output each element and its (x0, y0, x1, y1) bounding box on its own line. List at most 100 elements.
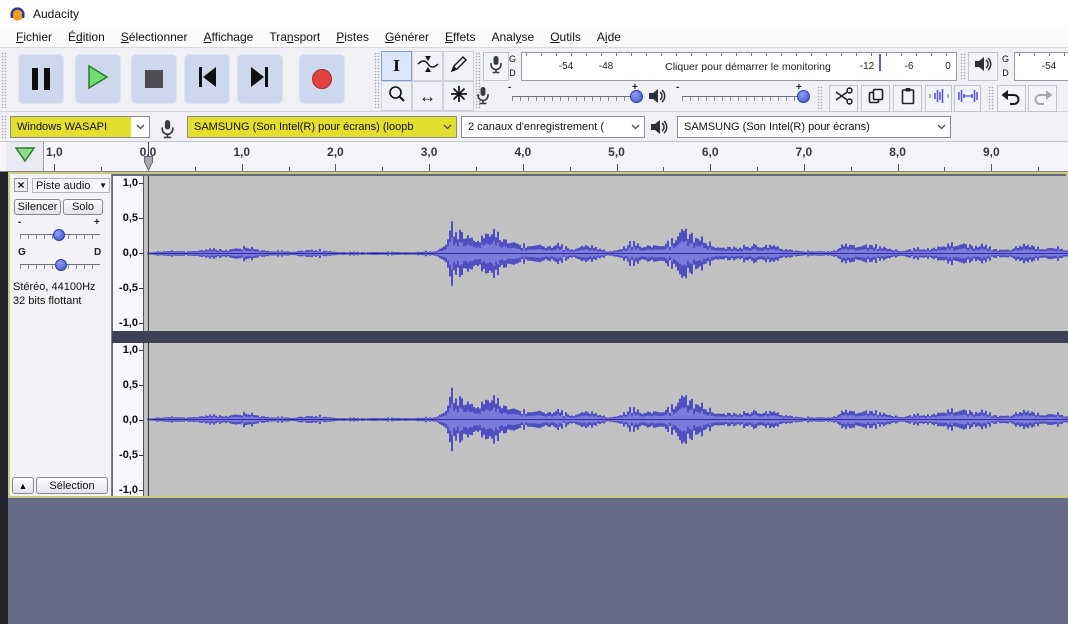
recording-volume-min-label: - (508, 82, 512, 93)
timeline-minor-tick (101, 167, 103, 171)
menu-item-3[interactable]: Affichage (195, 30, 261, 44)
menu-item-5[interactable]: Pistes (328, 30, 377, 44)
multi-tool-icon (450, 85, 468, 108)
menu-item-2[interactable]: Sélectionner (113, 30, 196, 44)
vertical-ruler-label: 0,0 (122, 247, 138, 259)
track-name: Piste audio (36, 179, 91, 192)
timeline-label: 8,0 (889, 145, 906, 159)
loop-region-button[interactable] (6, 142, 44, 171)
recording-channels-dropdown[interactable]: 2 canaux d'enregistrement ( (461, 116, 645, 138)
recording-meter[interactable]: Cliquer pour démarrer le monitoring -54 -… (521, 52, 957, 81)
menu-item-0[interactable]: Fichier (8, 30, 60, 44)
redo-button[interactable] (1028, 85, 1057, 112)
timeline-label: 4,0 (514, 145, 532, 159)
menu-item-9[interactable]: Outils (542, 30, 589, 44)
timeshift-tool-button[interactable]: ↔ (412, 81, 443, 111)
waveform-svg-1[interactable] (144, 176, 1068, 331)
record-icon (312, 69, 332, 89)
vertical-ruler-tick (139, 490, 143, 491)
playback-meter-channel-labels: G D (1002, 52, 1009, 80)
silence-audio-button[interactable] (954, 85, 981, 112)
timeline-minor-tick (944, 167, 946, 171)
timeline-label: 3,0 (420, 145, 438, 159)
selection-tool-button[interactable]: I (381, 51, 412, 81)
paste-button[interactable] (893, 85, 922, 112)
tools-toolbar-grip[interactable] (374, 52, 380, 108)
pan-slider-thumb[interactable] (55, 259, 67, 271)
play-icon (86, 64, 110, 95)
recording-meter-message: Cliquer pour démarrer le monitoring (665, 61, 831, 73)
device-toolbar-grip[interactable] (1, 115, 7, 139)
vertical-ruler-label: 1,0 (122, 177, 138, 189)
selection-status-button[interactable]: Sélection (36, 477, 108, 494)
recording-meter-mic-button[interactable] (483, 52, 509, 81)
menu-item-1[interactable]: Édition (60, 30, 113, 44)
recording-device-dropdown[interactable]: SAMSUNG (Son Intel(R) pour écrans) (loop… (187, 116, 457, 138)
tracks-background[interactable] (8, 498, 1068, 624)
track-title-menu[interactable]: Piste audio ▼ (32, 178, 110, 193)
edit-toolbar-grip[interactable] (817, 86, 823, 111)
stop-button[interactable] (131, 54, 177, 104)
copy-button[interactable] (861, 85, 890, 112)
playback-volume-thumb[interactable] (797, 90, 810, 103)
gain-slider-thumb[interactable] (53, 229, 65, 241)
timeline-ruler[interactable]: 1,00,01,02,03,04,05,06,07,08,09,0 (0, 142, 1068, 172)
solo-button[interactable]: Solo (63, 199, 103, 215)
record-button[interactable] (299, 54, 345, 104)
envelope-tool-button[interactable] (412, 51, 443, 81)
menu-item-8[interactable]: Analyse (483, 30, 542, 44)
undo-toolbar-grip[interactable] (988, 86, 994, 111)
cut-button[interactable] (829, 85, 858, 112)
waveform-svg-2[interactable] (144, 343, 1068, 496)
app-logo-icon (9, 5, 26, 27)
playback-meter-right-label: D (1002, 68, 1009, 78)
recording-meter-ticks (526, 53, 952, 56)
menu-item-7[interactable]: Effets (437, 30, 483, 44)
collapse-track-button[interactable]: ▲ (12, 477, 34, 494)
playback-device-dropdown[interactable]: SAMSUNG (Son Intel(R) pour écrans) (677, 116, 951, 138)
pause-button[interactable] (18, 54, 64, 104)
stop-icon (145, 70, 163, 88)
playback-meter[interactable]: -54 (1014, 52, 1068, 81)
vertical-ruler-2[interactable]: 1,0 0,5 0,0 -0,5 -1,0 (113, 343, 144, 496)
timeline-major-tick (897, 164, 899, 171)
menu-item-6[interactable]: Générer (377, 30, 437, 44)
meter-scale-label: -6 (904, 61, 914, 72)
timeline-minor-tick (757, 167, 759, 171)
transport-toolbar-grip[interactable] (1, 52, 7, 108)
track-close-button[interactable]: × (14, 178, 28, 192)
channel-divider[interactable] (112, 331, 1068, 343)
skip-to-start-button[interactable] (184, 54, 230, 104)
timeline-major-tick (991, 164, 993, 171)
recording-volume-mic-icon (476, 86, 490, 110)
play-button[interactable] (75, 54, 121, 104)
recording-meter-right-label: D (509, 68, 516, 78)
playback-volume-slider[interactable] (682, 96, 806, 101)
timeline-major-tick (616, 164, 618, 171)
vertical-ruler-label: 0,5 (122, 379, 138, 391)
zoom-tool-button[interactable] (381, 81, 412, 111)
trim-audio-button[interactable] (925, 85, 952, 112)
vertical-ruler-label: 0,5 (122, 212, 138, 224)
playback-meter-speaker-button[interactable] (968, 52, 998, 81)
recording-volume-thumb[interactable] (630, 90, 643, 103)
vertical-ruler-tick (139, 288, 143, 289)
timeshift-icon: ↔ (419, 86, 436, 106)
playback-meter-grip[interactable] (960, 53, 966, 80)
undo-button[interactable] (997, 85, 1026, 112)
skip-to-end-button[interactable] (237, 54, 283, 104)
multi-tool-button[interactable] (443, 81, 474, 111)
menu-item-10[interactable]: Aide (589, 30, 629, 44)
track-menu-triangle-icon: ▼ (99, 181, 107, 190)
draw-tool-button[interactable] (443, 51, 474, 81)
mute-button[interactable]: Silencer (14, 199, 61, 215)
recording-volume-slider[interactable] (512, 96, 642, 101)
audio-host-dropdown[interactable]: Windows WASAPI (10, 116, 150, 138)
timeline-minor-tick (663, 167, 665, 171)
playback-volume-speaker-icon (648, 88, 667, 109)
vertical-ruler-label: 0,0 (122, 414, 138, 426)
timeline-label: 7,0 (795, 145, 813, 159)
meter-scale-label: 0 (945, 61, 951, 72)
menu-item-4[interactable]: Transport (261, 30, 328, 44)
vertical-ruler-1[interactable]: 1,0 0,5 0,0 -0,5 -1,0 (113, 176, 144, 331)
